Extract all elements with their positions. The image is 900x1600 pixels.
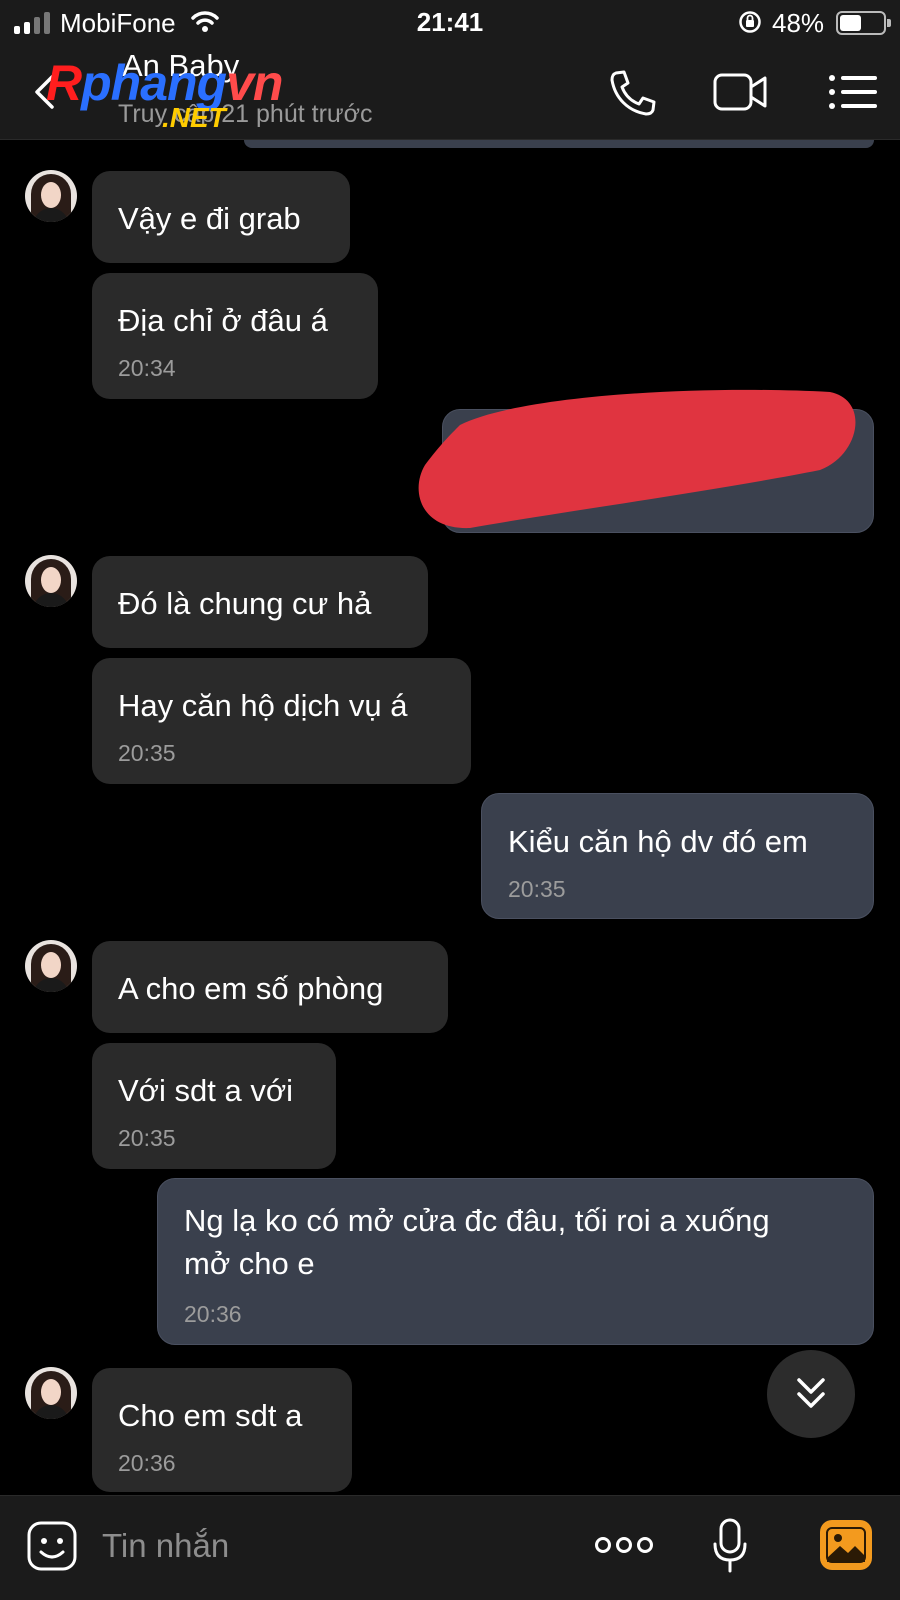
message-text: Đó là chung cư hả xyxy=(118,586,372,621)
message-text: Hay căn hộ dịch vụ á xyxy=(118,688,408,723)
message-bubble-outgoing[interactable]: Kiểu căn hộ dv đó em 20:35 xyxy=(481,793,874,919)
message-time: 20:35 xyxy=(118,740,176,766)
message-text: Cho em sdt a xyxy=(118,1398,303,1433)
message-bubble-incoming[interactable]: Hay căn hộ dịch vụ á 20:35 xyxy=(92,658,471,784)
scroll-to-bottom-button[interactable] xyxy=(767,1350,855,1438)
message-time: 20:36 xyxy=(118,1450,176,1476)
message-text: Kiểu căn hộ dv đó em xyxy=(508,824,808,859)
message-composer xyxy=(0,1495,900,1600)
message-time: 20:36 xyxy=(184,1301,242,1327)
message-time: 20:35 xyxy=(118,1125,176,1151)
microphone-icon[interactable] xyxy=(712,1518,748,1574)
contact-avatar[interactable] xyxy=(25,1367,77,1419)
message-bubble-incoming[interactable]: Cho em sdt a 20:36 xyxy=(92,1368,352,1492)
message-text-line-2: mở cho e xyxy=(184,1246,315,1281)
message-text-line-1: Ng lạ ko có mở cửa đc đâu, tối roi a xuố… xyxy=(184,1203,770,1238)
contact-avatar[interactable] xyxy=(25,940,77,992)
message-bubble-incoming[interactable]: A cho em số phòng xyxy=(92,941,448,1033)
contact-avatar[interactable] xyxy=(25,555,77,607)
message-text: Với sdt a với xyxy=(118,1073,294,1108)
sticker-face-icon[interactable] xyxy=(26,1520,78,1572)
message-time: 20:35 xyxy=(508,876,566,902)
image-icon[interactable] xyxy=(818,1518,874,1572)
message-text: A cho em số phòng xyxy=(118,971,384,1006)
redaction-scribble xyxy=(418,389,856,529)
message-bubble-outgoing[interactable]: Ng lạ ko có mở cửa đc đâu, tối roi a xuố… xyxy=(157,1178,874,1345)
double-chevron-down-icon xyxy=(797,1378,825,1408)
message-input[interactable] xyxy=(102,1518,552,1574)
message-bubble-incoming[interactable]: Với sdt a với 20:35 xyxy=(92,1043,336,1169)
more-dots-icon[interactable] xyxy=(594,1532,654,1558)
message-bubble-incoming[interactable]: Đó là chung cư hả xyxy=(92,556,428,648)
